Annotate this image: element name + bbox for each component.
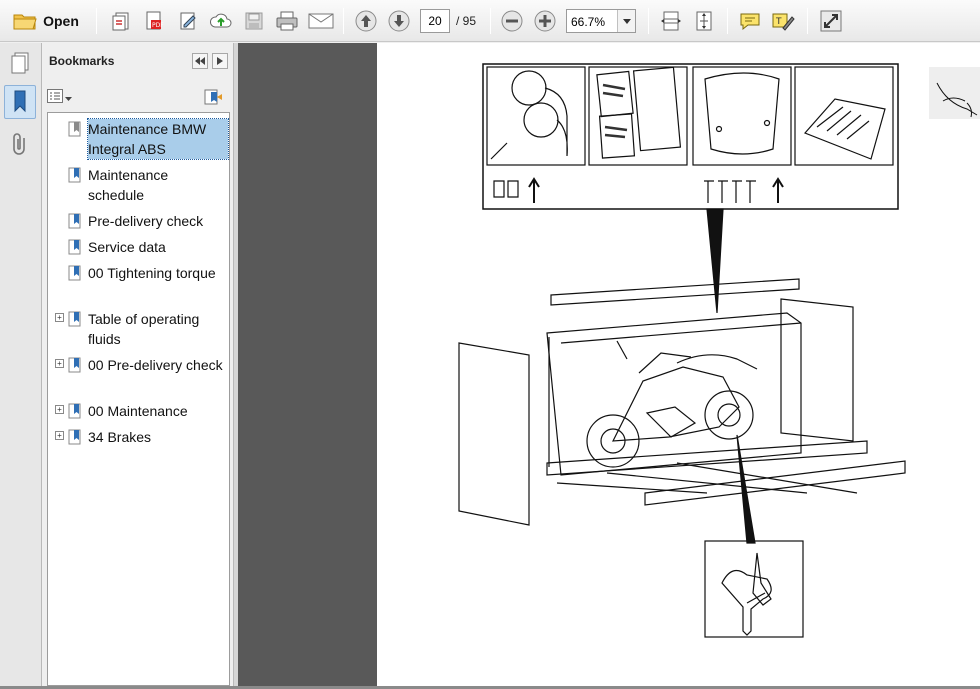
bookmark-label: Maintenance schedule	[88, 167, 169, 203]
bookmark-options-button[interactable]	[47, 88, 73, 106]
options-list-icon	[47, 88, 63, 106]
zoom-select[interactable]: 66.7%	[566, 9, 636, 33]
bookmark-label: Pre-delivery check	[88, 213, 204, 229]
double-chevron-left-icon	[195, 54, 205, 68]
attachments-button[interactable]	[4, 129, 36, 163]
prev-page-icon	[355, 10, 377, 32]
document-viewport[interactable]	[238, 43, 980, 689]
open-folder-icon	[13, 11, 37, 31]
fit-width-icon	[661, 10, 681, 32]
highlight-text-icon: T	[771, 10, 795, 32]
chevron-down-icon	[65, 90, 72, 104]
create-pdf-button[interactable]	[107, 7, 135, 35]
next-page-button[interactable]	[386, 7, 412, 35]
bookmark-icon	[68, 357, 82, 373]
fit-page-icon	[694, 10, 714, 32]
navigation-pane-strip	[0, 43, 42, 689]
save-button[interactable]	[240, 7, 268, 35]
page-thumbnails-button[interactable]	[4, 47, 36, 81]
bookmark-icon	[68, 213, 82, 229]
prev-page-button[interactable]	[353, 7, 379, 35]
bookmark-label: Service data	[88, 239, 166, 255]
bookmark-icon	[68, 239, 82, 255]
create-pdf-icon	[110, 10, 132, 32]
bookmark-tree: Maintenance BMW Integral ABS Maintenance…	[47, 112, 230, 686]
sign-button[interactable]	[174, 7, 202, 35]
bookmark-label: 00 Maintenance	[88, 403, 188, 419]
zoom-in-icon	[534, 10, 556, 32]
attachments-icon	[10, 132, 30, 161]
bookmarks-icon	[11, 89, 29, 116]
bookmark-label: 34 Brakes	[88, 429, 152, 445]
zoom-out-icon	[501, 10, 523, 32]
expand-bookmark-button[interactable]	[203, 88, 223, 106]
full-screen-icon	[820, 10, 842, 32]
collapse-panel-button[interactable]	[192, 53, 208, 69]
fit-page-button[interactable]	[690, 7, 718, 35]
sign-icon	[177, 10, 199, 32]
bookmarks-panel-title: Bookmarks	[49, 54, 115, 68]
expand-plus-icon[interactable]: +	[55, 431, 64, 440]
bookmark-label: 00 Pre-delivery check	[88, 357, 223, 373]
zoom-out-button[interactable]	[499, 7, 525, 35]
bookmarks-panel: Bookmarks Maintenance BMW Integral ABS M…	[43, 43, 234, 689]
svg-text:T: T	[775, 17, 782, 27]
bookmark-icon	[68, 167, 82, 183]
comment-button[interactable]	[736, 7, 764, 35]
bookmarks-tab-button[interactable]	[4, 85, 36, 119]
full-screen-button[interactable]	[817, 7, 845, 35]
page-thumbnails-icon	[9, 51, 31, 78]
open-label: Open	[43, 13, 79, 29]
chevron-down-icon[interactable]	[617, 10, 635, 32]
expand-plus-icon[interactable]: +	[55, 313, 64, 322]
bookmark-label: 00 Tightening torque	[88, 265, 216, 281]
print-icon	[275, 10, 299, 32]
expand-plus-icon[interactable]: +	[55, 405, 64, 414]
chevron-right-icon	[217, 54, 223, 68]
bookmark-icon	[68, 403, 82, 419]
main-toolbar: Open PDF 20 / 95 66.7% T	[0, 0, 980, 42]
upload-button[interactable]	[207, 7, 235, 35]
open-button[interactable]: Open	[8, 7, 84, 35]
fit-width-button[interactable]	[657, 7, 685, 35]
bookmark-icon	[68, 265, 82, 281]
bookmark-icon	[68, 121, 82, 137]
bookmark-icon	[68, 429, 82, 445]
next-page-icon	[388, 10, 410, 32]
motorcycle-crate-illustration	[458, 63, 980, 638]
bookmark-icon	[68, 311, 82, 327]
email-button[interactable]	[306, 7, 336, 35]
export-pdf-button[interactable]: PDF	[140, 7, 168, 35]
pdf-page	[377, 43, 980, 689]
bookmark-label: Table of operating fluids	[88, 311, 200, 347]
comment-icon	[739, 11, 761, 31]
page-number-input[interactable]: 20	[420, 9, 450, 33]
page-total-label: / 95	[456, 14, 477, 28]
expand-plus-icon[interactable]: +	[55, 359, 64, 368]
zoom-value: 66.7%	[571, 15, 606, 29]
email-icon	[308, 12, 334, 30]
svg-text:PDF: PDF	[152, 22, 164, 29]
bookmark-find-icon	[203, 89, 223, 109]
panel-menu-button[interactable]	[212, 53, 228, 69]
export-pdf-icon: PDF	[143, 10, 165, 32]
highlight-text-button[interactable]: T	[769, 7, 797, 35]
print-button[interactable]	[272, 7, 302, 35]
zoom-in-button[interactable]	[532, 7, 558, 35]
save-icon	[244, 11, 264, 31]
bookmark-label: Maintenance BMW Integral ABS	[87, 118, 229, 160]
upload-cloud-icon	[209, 10, 233, 32]
